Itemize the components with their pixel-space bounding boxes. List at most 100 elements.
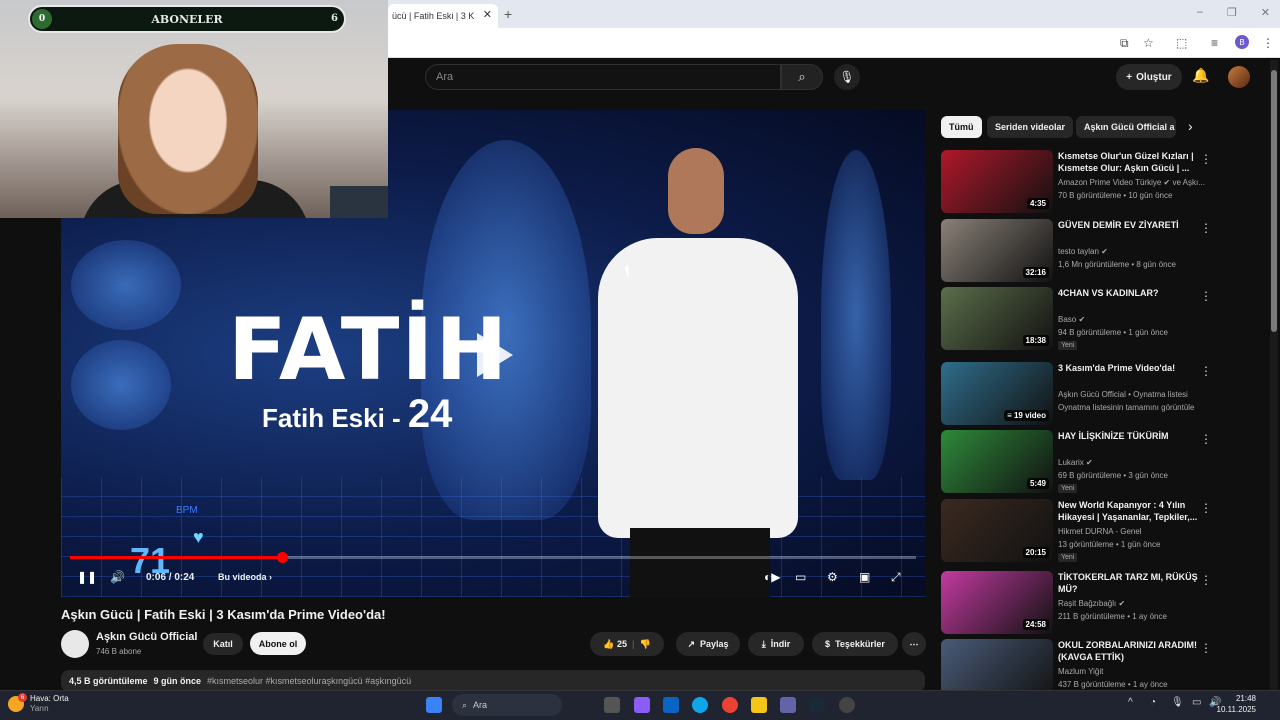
steam-icon[interactable] (809, 697, 825, 713)
recommendation-channel[interactable]: Mazlum Yiğit (1058, 667, 1103, 676)
more-options-icon[interactable]: ⋮ (1200, 364, 1212, 378)
recommendation-title[interactable]: 3 Kasım'da Prime Video'da! (1058, 362, 1198, 374)
recommendation-thumbnail[interactable]: 24:58 (941, 571, 1053, 634)
notifications-bell-icon[interactable]: 🔔 (1192, 67, 1209, 84)
chip-all[interactable]: Tümü (941, 116, 982, 138)
recommendation-thumbnail[interactable]: 32:16 (941, 219, 1053, 282)
weather-widget[interactable]: 6 Hava: Orta Yarın (8, 693, 69, 714)
like-button[interactable]: 👍 25 (603, 639, 627, 650)
tray-chevron-icon[interactable]: ^ (1128, 697, 1133, 708)
more-options-icon[interactable]: ⋮ (1200, 221, 1212, 235)
recommendation-item[interactable]: 4:35 Kısmetse Olur'un Güzel Kızları | Kıs… (941, 150, 1261, 214)
recommendation-channel[interactable]: Lukarix ✔ (1058, 458, 1093, 467)
autoplay-toggle[interactable]: ◐▶ (764, 570, 780, 584)
app-icon[interactable] (839, 697, 855, 713)
voice-search-button[interactable]: 🎙 (834, 64, 860, 90)
recommendation-item[interactable]: 24:58 TİKTOKERLAR TARZ MI, RÜKÜŞ MÜ? Raşit… (941, 571, 1261, 635)
reading-list-icon[interactable]: ≡ (1211, 36, 1218, 50)
extensions-icon[interactable]: ⬚ (1176, 36, 1187, 50)
fullscreen-icon[interactable]: ⤢ (891, 570, 901, 585)
recommendation-item[interactable]: ≡ 19 video 3 Kasım'da Prime Video'da! Aşkı… (941, 362, 1261, 426)
pause-icon[interactable]: ❚❚ (77, 570, 97, 584)
recommendation-title[interactable]: New World Kapanıyor : 4 Yılın Hikayesi |… (1058, 499, 1198, 523)
create-button[interactable]: + Oluştur (1116, 64, 1182, 90)
chip-series[interactable]: Seriden videolar (987, 116, 1074, 138)
subscribe-button[interactable]: Abone ol (250, 632, 306, 655)
recommendation-channel[interactable]: testo taylan ✔ (1058, 247, 1108, 256)
browser-tab[interactable]: ücü | Fatih Eski | 3 K ✕ (388, 4, 498, 28)
hashtags[interactable]: #kısmetseolur #kısmetseoluraşkıngücü #aş… (207, 676, 411, 686)
recommendation-title[interactable]: GÜVEN DEMİR EV ZİYARETİ (1058, 219, 1198, 231)
file-explorer-icon[interactable] (751, 697, 767, 713)
recommendation-channel[interactable]: Baso ✔ (1058, 315, 1085, 324)
recommendation-thumbnail[interactable]: 20:15 (941, 499, 1053, 562)
more-options-icon[interactable]: ⋮ (1200, 573, 1212, 587)
search-button[interactable]: ⌕ (781, 64, 823, 90)
install-app-icon[interactable]: ⧉ (1120, 36, 1129, 51)
chip-channel[interactable]: Aşkın Gücü Official a (1076, 116, 1176, 138)
windows-start-icon[interactable] (426, 697, 442, 713)
description-box[interactable]: 4,5 B görüntüleme 9 gün önce #kısmetseol… (61, 670, 925, 692)
new-tab-icon[interactable]: + (504, 6, 512, 22)
window-close-icon[interactable]: ✕ (1261, 6, 1270, 19)
chevron-right-icon[interactable]: › (1188, 118, 1193, 134)
tray-display-icon[interactable]: ▭ (1192, 697, 1201, 708)
progress-scrubber[interactable] (276, 552, 288, 563)
play-icon[interactable] (477, 333, 513, 377)
recommendation-title[interactable]: TİKTOKERLAR TARZ MI, RÜKÜŞ MÜ? (1058, 571, 1198, 595)
bookmark-star-icon[interactable]: ☆ (1143, 36, 1154, 50)
teams-icon[interactable] (780, 697, 796, 713)
chrome-icon[interactable] (722, 697, 738, 713)
recommendation-title[interactable]: 4CHAN VS KADINLAR? (1058, 287, 1198, 299)
outlook-icon[interactable] (663, 697, 679, 713)
recommendation-item[interactable]: 18:38 4CHAN VS KADINLAR? Baso ✔ 94 B görünt… (941, 287, 1261, 351)
channel-name[interactable]: Aşkın Gücü Official (96, 631, 197, 643)
user-avatar[interactable] (1228, 66, 1250, 88)
edge-icon[interactable] (692, 697, 708, 713)
recommendation-thumbnail[interactable]: 18:38 (941, 287, 1053, 350)
channel-avatar[interactable] (61, 630, 89, 658)
settings-gear-icon[interactable]: ⚙ (827, 570, 838, 584)
tray-app-icon[interactable]: ◔ (1150, 697, 1156, 708)
recommendation-thumbnail[interactable]: ≡ 19 video (941, 362, 1053, 425)
browser-menu-icon[interactable]: ⋮ (1262, 36, 1274, 50)
profile-icon[interactable]: B (1235, 35, 1249, 49)
scrollbar-thumb[interactable] (1271, 70, 1277, 332)
task-view-icon[interactable] (604, 697, 620, 713)
recommendation-channel[interactable]: Aşkın Gücü Official • Oynatma listesi (1058, 390, 1188, 399)
recommendation-item[interactable]: 32:16 GÜVEN DEMİR EV ZİYARETİ testo taylan… (941, 219, 1261, 283)
recommendation-title[interactable]: HAY İLİŞKİNİZE TÜKÜRİM (1058, 430, 1198, 442)
recommendation-item[interactable]: 5:49 HAY İLİŞKİNİZE TÜKÜRİM Lukarix ✔ 69 B … (941, 430, 1261, 494)
search-input[interactable]: Ara (425, 64, 781, 90)
copilot-icon[interactable] (634, 697, 650, 713)
recommendation-thumbnail[interactable]: 4:35 (941, 150, 1053, 213)
tray-microphone-icon[interactable]: 🎙 (1171, 697, 1184, 708)
thanks-button[interactable]: $ Teşekkürler (812, 632, 898, 656)
more-options-icon[interactable]: ⋮ (1200, 501, 1212, 515)
miniplayer-icon[interactable]: ▣ (859, 570, 870, 584)
more-actions-icon[interactable]: ⋯ (902, 632, 926, 656)
taskbar-search[interactable]: ⌕ Ara (452, 694, 562, 716)
maximize-icon[interactable]: ❐ (1227, 6, 1237, 19)
system-clock[interactable]: 21:48 10.11.2025 (1217, 693, 1256, 715)
download-button[interactable]: ⤓ İndir (748, 632, 804, 656)
more-options-icon[interactable]: ⋮ (1200, 152, 1212, 166)
subtitles-icon[interactable]: ▭ (795, 570, 806, 584)
recommendation-channel[interactable]: Hikmet DURNA - Genel (1058, 527, 1142, 536)
tab-close-icon[interactable]: ✕ (483, 8, 492, 21)
more-options-icon[interactable]: ⋮ (1200, 289, 1212, 303)
volume-icon[interactable]: 🔊 (110, 570, 125, 584)
chapter-button[interactable]: Bu videoda › (218, 572, 272, 582)
recommendation-title[interactable]: OKUL ZORBALARINIZI ARADIM! (KAVGA ETTİK) (1058, 639, 1198, 663)
thumbs-down-icon[interactable]: 👎 (640, 639, 651, 650)
recommendation-thumbnail[interactable]: 5:49 (941, 430, 1053, 493)
recommendation-item[interactable]: 20:15 New World Kapanıyor : 4 Yılın Hikay… (941, 499, 1261, 563)
recommendation-channel[interactable]: Amazon Prime Video Türkiye ✔ ve Aşkı... (1058, 178, 1205, 187)
recommendation-title[interactable]: Kısmetse Olur'un Güzel Kızları | Kısmets… (1058, 150, 1198, 174)
more-options-icon[interactable]: ⋮ (1200, 432, 1212, 446)
more-options-icon[interactable]: ⋮ (1200, 641, 1212, 655)
minimize-icon[interactable]: – (1197, 6, 1203, 19)
recommendation-channel[interactable]: Raşit Bağzıbağlı ✔ (1058, 599, 1125, 608)
join-button[interactable]: Katıl (203, 633, 243, 655)
share-button[interactable]: ↗ Paylaş (676, 632, 740, 656)
